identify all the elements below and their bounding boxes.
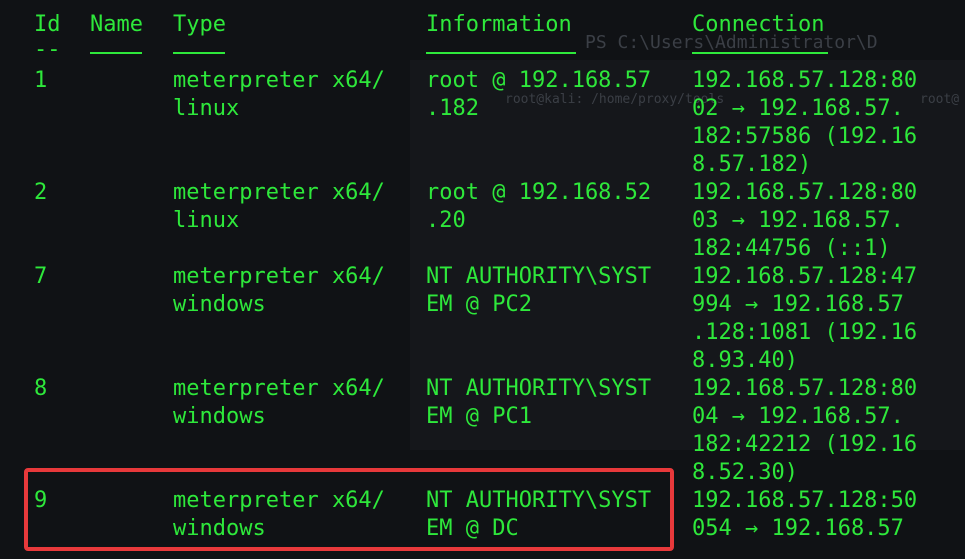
column-header-connection: Connection (692, 12, 825, 37)
session-connection-line: 04 → 192.168.57. (692, 404, 904, 429)
session-info-line: root @ 192.168.52 (426, 180, 652, 205)
session-connection-line: 182:42212 (192.16 (692, 432, 918, 457)
session-connection-line: 054 → 192.168.57 (692, 516, 904, 541)
session-info-line: EM @ PC1 (426, 404, 532, 429)
session-info-line: root @ 192.168.57 (426, 68, 652, 93)
session-id: 2 (34, 180, 48, 205)
column-header-information: Information (426, 12, 572, 37)
session-type-line: windows (173, 292, 266, 317)
session-connection-line: 192.168.57.128:47 (692, 264, 918, 289)
session-type-line: meterpreter x64/ (173, 180, 385, 205)
session-connection-line: 03 → 192.168.57. (692, 208, 904, 233)
column-underline-information (426, 52, 576, 54)
session-connection-line: 8.93.40) (692, 348, 798, 373)
column-underline-connection (692, 52, 828, 54)
session-connection-line: 182:44756 (::1) (692, 236, 891, 261)
column-header-id: Id (34, 12, 61, 37)
session-connection-line: 192.168.57.128:50 (692, 488, 918, 513)
column-underline-name (90, 52, 142, 54)
column-underline-id: -- (34, 37, 61, 62)
highlight-box-session-9 (24, 468, 674, 551)
session-connection-line: 192.168.57.128:80 (692, 68, 918, 93)
column-underline-type (173, 52, 225, 54)
session-connection-line: 8.52.30) (692, 460, 798, 485)
session-info-line: .182 (426, 96, 479, 121)
session-type-line: linux (173, 96, 240, 121)
column-header-type: Type (173, 12, 226, 37)
session-id: 7 (34, 264, 48, 289)
session-id: 8 (34, 376, 48, 401)
session-type-line: linux (173, 208, 240, 233)
session-type-line: meterpreter x64/ (173, 376, 385, 401)
session-connection-line: 8.57.182) (692, 152, 812, 177)
session-info-line: NT AUTHORITY\SYST (426, 376, 652, 401)
session-info-line: EM @ PC2 (426, 292, 532, 317)
session-info-line: NT AUTHORITY\SYST (426, 264, 652, 289)
session-type-line: windows (173, 404, 266, 429)
session-id: 1 (34, 68, 48, 93)
session-type-line: meterpreter x64/ (173, 264, 385, 289)
column-header-name: Name (90, 12, 143, 37)
session-connection-line: 192.168.57.128:80 (692, 180, 918, 205)
session-connection-line: .128:1081 (192.16 (692, 320, 918, 345)
session-connection-line: 994 → 192.168.57 (692, 292, 904, 317)
session-type-line: meterpreter x64/ (173, 68, 385, 93)
session-connection-line: 182:57586 (192.16 (692, 124, 918, 149)
session-connection-line: 192.168.57.128:80 (692, 376, 918, 401)
session-connection-line: 02 → 192.168.57. (692, 96, 904, 121)
session-info-line: .20 (426, 208, 466, 233)
